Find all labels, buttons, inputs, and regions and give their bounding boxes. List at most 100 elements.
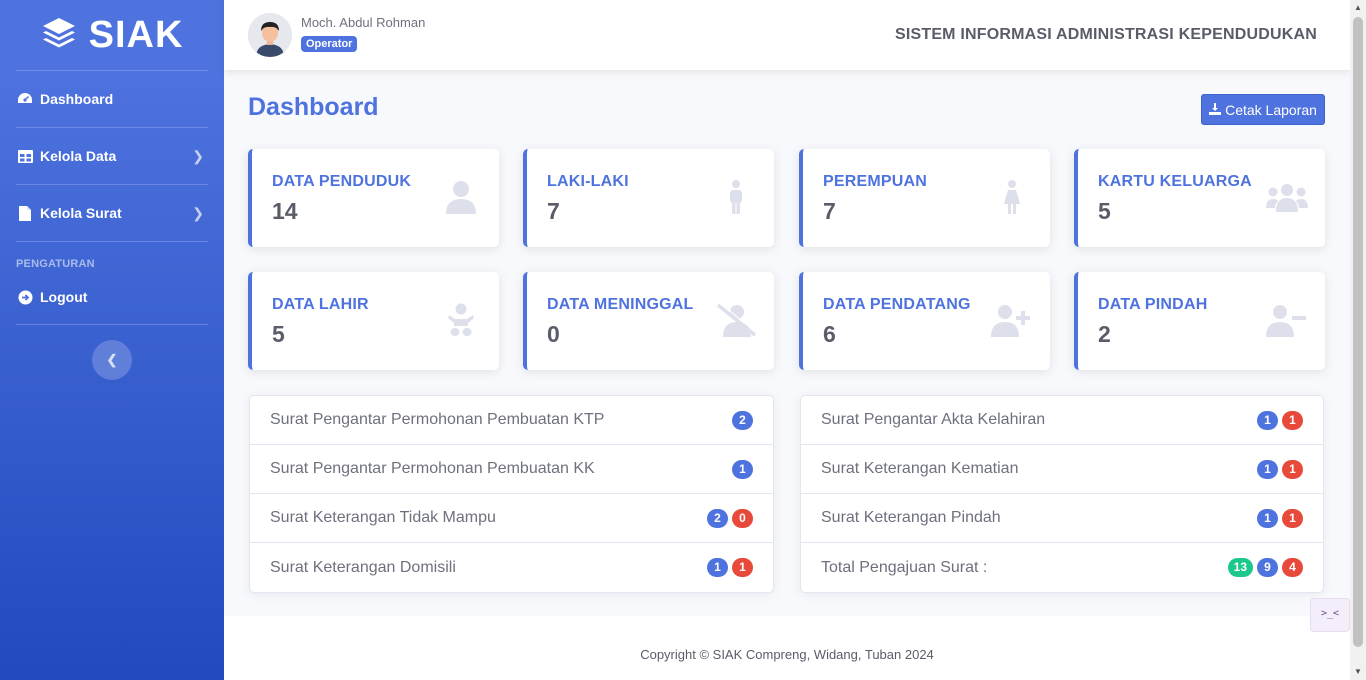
copyright-text: Copyright © SIAK Compreng, Widang, Tuban… bbox=[640, 647, 934, 662]
stat-label: DATA LAHIR bbox=[272, 296, 369, 313]
stat-card-kartu-keluarga[interactable]: KARTU KELUARGA 5 bbox=[1074, 149, 1325, 247]
count-badge: 1 bbox=[707, 558, 728, 577]
count-badge: 13 bbox=[1227, 558, 1253, 577]
count-badge: 1 bbox=[1257, 459, 1278, 479]
stat-label: DATA PENDUDUK bbox=[272, 173, 412, 190]
user-name: Moch. Abdul Rohman bbox=[301, 15, 426, 30]
sidebar-toggle-button[interactable]: ❮ bbox=[92, 340, 132, 380]
count-badge: 1 bbox=[1257, 508, 1278, 528]
count-badge: 1 bbox=[732, 558, 753, 577]
stat-label: DATA MENINGGAL bbox=[547, 296, 694, 313]
stat-label: KARTU KELUARGA bbox=[1098, 173, 1252, 190]
scroll-thumb[interactable] bbox=[1353, 17, 1363, 647]
stat-card-data-lahir[interactable]: DATA LAHIR 5 bbox=[248, 272, 499, 370]
user-slash-icon bbox=[714, 300, 758, 340]
list-item[interactable]: Surat Keterangan Kematian 1 1 bbox=[801, 445, 1323, 494]
system-title: SISTEM INFORMASI ADMINISTRASI KEPENDUDUK… bbox=[894, 26, 1317, 43]
stat-card-data-meninggal[interactable]: DATA MENINGGAL 0 bbox=[523, 272, 774, 370]
count-badge: 0 bbox=[732, 508, 753, 528]
sidebar-heading: PENGATURAN bbox=[16, 258, 95, 270]
print-report-button[interactable]: Cetak Laporan bbox=[1201, 94, 1325, 125]
download-icon bbox=[1209, 102, 1222, 118]
list-item[interactable]: Total Pengajuan Surat : 13 9 4 bbox=[801, 543, 1323, 592]
count-badge: 1 bbox=[1282, 459, 1303, 479]
letter-label: Surat Keterangan Pindah bbox=[821, 509, 1001, 526]
list-item[interactable]: Surat Pengantar Akta Kelahiran 1 1 bbox=[801, 396, 1323, 445]
stat-value: 7 bbox=[547, 198, 560, 224]
sidebar-item-label: Kelola Data bbox=[40, 148, 117, 164]
scroll-down-icon[interactable]: ▼ bbox=[1350, 664, 1366, 680]
brand-name: SIAK bbox=[88, 13, 184, 56]
letter-label: Surat Pengantar Permohonan Pembuatan KK bbox=[270, 460, 595, 477]
baby-icon bbox=[439, 300, 483, 340]
stat-card-data-pindah[interactable]: DATA PINDAH 2 bbox=[1074, 272, 1325, 370]
scrollbar[interactable]: ▲ ▼ bbox=[1350, 0, 1366, 680]
dashboard-icon bbox=[16, 91, 34, 107]
stat-card-data-penduduk[interactable]: DATA PENDUDUK 14 bbox=[248, 149, 499, 247]
stat-value: 2 bbox=[1098, 321, 1111, 347]
logout-icon bbox=[16, 289, 34, 305]
sidebar-item-label: Kelola Surat bbox=[40, 205, 122, 221]
letter-label: Surat Keterangan Domisili bbox=[270, 558, 456, 576]
stat-value: 14 bbox=[272, 198, 298, 224]
user-minus-icon bbox=[1265, 300, 1309, 340]
stat-value: 5 bbox=[1098, 198, 1111, 224]
letter-label: Total Pengajuan Surat : bbox=[821, 558, 988, 576]
list-item[interactable]: Surat Keterangan Domisili 1 1 bbox=[250, 543, 773, 592]
count-badge: 1 bbox=[732, 459, 753, 479]
role-badge: Operator bbox=[301, 36, 358, 52]
terminal-icon[interactable]: >_< bbox=[1310, 598, 1350, 632]
print-report-label: Cetak Laporan bbox=[1225, 101, 1317, 118]
letter-label: Surat Pengantar Akta Kelahiran bbox=[821, 411, 1046, 428]
stat-card-perempuan[interactable]: PEREMPUAN 7 bbox=[799, 149, 1050, 247]
list-item[interactable]: Surat Pengantar Permohonan Pembuatan KTP… bbox=[250, 396, 773, 445]
sidebar-item-kelola-data[interactable]: Kelola Data ❯ bbox=[0, 128, 224, 184]
stat-card-laki-laki[interactable]: LAKI-LAKI 7 bbox=[523, 149, 774, 247]
list-item[interactable]: Surat Pengantar Permohonan Pembuatan KK … bbox=[250, 445, 773, 494]
chevron-right-icon: ❯ bbox=[192, 204, 204, 221]
count-badge: 2 bbox=[732, 410, 753, 430]
stat-label: PEREMPUAN bbox=[823, 173, 928, 190]
avatar[interactable] bbox=[248, 13, 292, 57]
chevron-right-icon: ❯ bbox=[192, 147, 204, 164]
letter-label: Surat Keterangan Tidak Mampu bbox=[270, 509, 496, 526]
male-icon bbox=[714, 177, 758, 217]
footer: Copyright © SIAK Compreng, Widang, Tuban… bbox=[224, 616, 1350, 680]
list-item[interactable]: Surat Keterangan Tidak Mampu 2 0 bbox=[250, 494, 773, 543]
users-icon bbox=[1265, 177, 1309, 217]
sidebar: SIAK Dashboard Kelola Data ❯ Kelola Sura… bbox=[0, 0, 224, 680]
count-badge: 1 bbox=[1282, 508, 1303, 528]
count-badge: 4 bbox=[1282, 558, 1303, 577]
table-icon bbox=[16, 148, 34, 164]
layers-icon bbox=[41, 16, 77, 55]
letter-label: Surat Pengantar Permohonan Pembuatan KTP bbox=[270, 411, 605, 428]
sidebar-item-kelola-surat[interactable]: Kelola Surat ❯ bbox=[0, 185, 224, 241]
sidebar-item-logout[interactable]: Logout bbox=[0, 276, 224, 318]
letter-label: Surat Keterangan Kematian bbox=[821, 460, 1019, 477]
scroll-up-icon[interactable]: ▲ bbox=[1350, 0, 1366, 16]
sidebar-divider bbox=[16, 324, 208, 325]
letter-list-left: Surat Pengantar Permohonan Pembuatan KTP… bbox=[249, 395, 774, 593]
count-badge: 1 bbox=[1257, 410, 1278, 430]
stat-label: DATA PINDAH bbox=[1098, 296, 1208, 313]
sidebar-item-label: Logout bbox=[40, 289, 88, 305]
list-item[interactable]: Surat Keterangan Pindah 1 1 bbox=[801, 494, 1323, 543]
user-icon bbox=[439, 177, 483, 217]
chevron-left-icon: ❮ bbox=[106, 352, 118, 367]
sidebar-item-dashboard[interactable]: Dashboard bbox=[0, 71, 224, 127]
page-title: Dashboard bbox=[248, 93, 379, 121]
stat-value: 6 bbox=[823, 321, 836, 347]
letter-list-right: Surat Pengantar Akta Kelahiran 1 1 Surat… bbox=[800, 395, 1324, 593]
stat-value: 5 bbox=[272, 321, 285, 347]
count-badge: 9 bbox=[1257, 558, 1278, 577]
stat-label: DATA PENDATANG bbox=[823, 296, 971, 313]
user-plus-icon bbox=[990, 300, 1034, 340]
stat-value: 7 bbox=[823, 198, 836, 224]
stat-label: LAKI-LAKI bbox=[547, 173, 629, 190]
count-badge: 2 bbox=[707, 508, 728, 528]
stat-value: 0 bbox=[547, 321, 560, 347]
count-badge: 1 bbox=[1282, 410, 1303, 430]
stat-card-data-pendatang[interactable]: DATA PENDATANG 6 bbox=[799, 272, 1050, 370]
brand[interactable]: SIAK bbox=[0, 0, 224, 70]
file-icon bbox=[16, 205, 34, 221]
